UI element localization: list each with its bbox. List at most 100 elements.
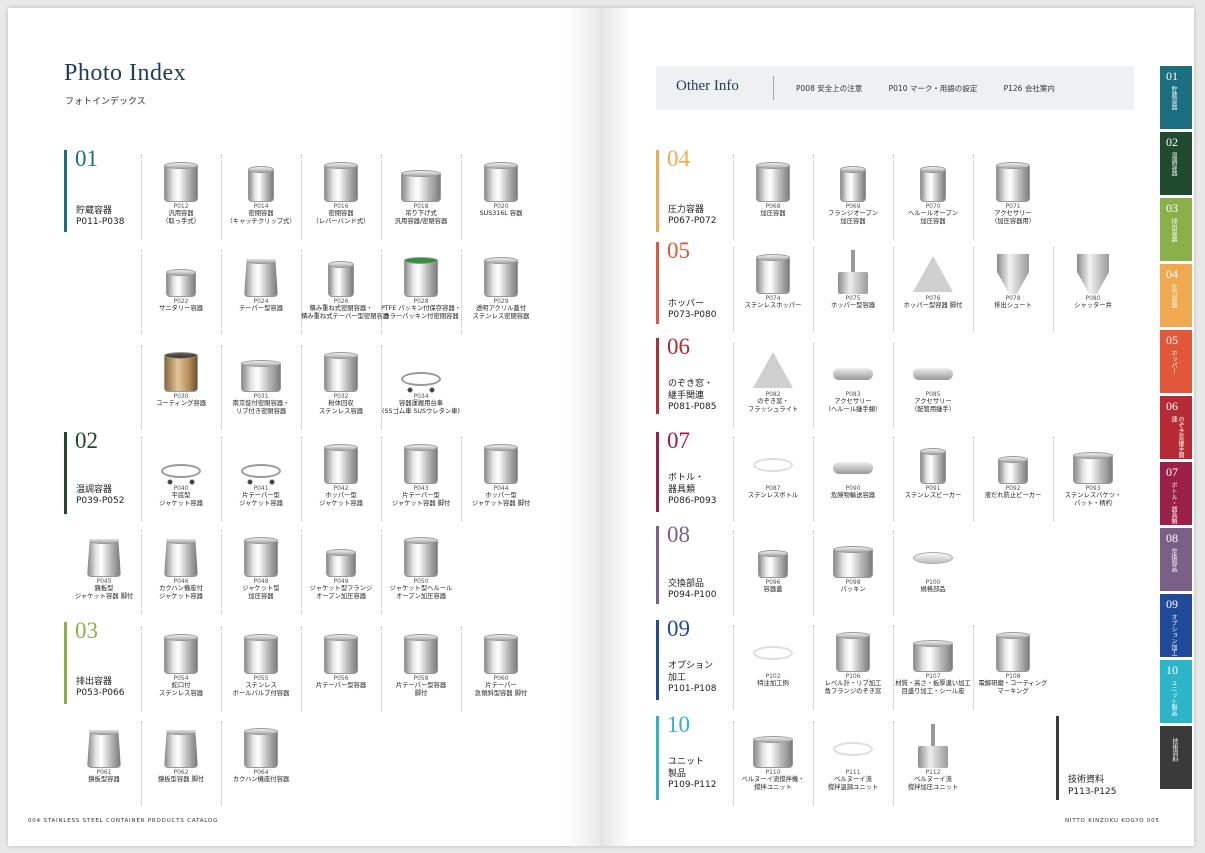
chapter-tab-04[interactable]: 04 圧力容器 <box>1160 264 1192 327</box>
product-thumbnail <box>751 250 795 294</box>
tab-number: 06 <box>1166 399 1178 413</box>
product-item-p030[interactable]: P030 コーティング容器 <box>141 345 221 429</box>
chapter-tab-01[interactable]: 01 貯蔵容器 <box>1160 66 1192 129</box>
product-item-p112[interactable]: P112 ベルヌーイ流 撹拌加圧ユニット <box>893 721 973 805</box>
product-label: フランジオープン 加圧容器 <box>828 210 878 225</box>
section-range: P053-P066 <box>76 688 125 698</box>
product-item-p058[interactable]: P058 片テーパー型容器 脚付 <box>381 627 461 711</box>
product-item-p016[interactable]: P016 密閉容器 （レバーバンド式） <box>301 155 381 239</box>
chapter-tab-09[interactable]: 09 オプション加工 <box>1160 594 1192 657</box>
product-item-p061[interactable]: P061 鏡板型容器 <box>64 724 144 784</box>
product-item-p042[interactable]: P042 ホッパー型 ジャケット容器 <box>301 437 381 521</box>
product-page-code: P074 <box>765 295 781 302</box>
product-thumbnail <box>159 724 203 768</box>
product-item-p068[interactable]: P068 加圧容器 <box>733 155 813 239</box>
product-item-p049[interactable]: P049 ジャケット型フランジ オープン加圧容器 <box>301 530 381 614</box>
product-item-p083[interactable]: P083 アクセサリー （ヘルール継手類） <box>813 343 893 427</box>
product-item-p087[interactable]: P087 ステンレスボトル <box>733 437 813 521</box>
product-item-p022[interactable]: P022 サニタリー容器 <box>141 250 221 334</box>
product-page-code: P046 <box>173 578 189 585</box>
product-item-p069[interactable]: P069 フランジオープン 加圧容器 <box>813 155 893 239</box>
product-thumbnail <box>399 533 443 577</box>
other-info-link-marks[interactable]: P010 マーク・用語の設定 <box>889 84 978 93</box>
container-icon <box>996 632 1030 672</box>
product-thumbnail <box>159 533 203 577</box>
product-page-code: P100 <box>925 579 941 586</box>
product-item-p055[interactable]: P055 ステンレス ボールバルブ付容器 <box>221 627 301 711</box>
product-item-p043[interactable]: P043 片テーパー型 ジャケット容器 脚付 <box>381 437 461 521</box>
chapter-tab-08[interactable]: 08 交換部品 <box>1160 528 1192 591</box>
product-item-p106[interactable]: P106 レベル計・リブ加工 角フランジのぞき窓 <box>813 625 893 709</box>
chapter-tab-06[interactable]: 06 のぞき窓継手関連 <box>1160 396 1192 459</box>
section-number: 09 <box>667 616 690 641</box>
product-item-p076[interactable]: P076 ホッパー型容器 脚付 <box>893 247 973 331</box>
product-item-p012[interactable]: P012 汎用容器 （取っ手式） <box>141 155 221 239</box>
product-label: 規格部品 <box>920 586 946 593</box>
product-item-p107[interactable]: P107 材質・高さ・板厚違い加工 目盛り加工・シール座 <box>893 625 973 709</box>
chapter-tab-02[interactable]: 02 温調容器 <box>1160 132 1192 195</box>
product-item-p080[interactable]: P080 シャッター弁 <box>1053 247 1133 331</box>
product-item-p044[interactable]: P044 ホッパー型 ジャケット容器 脚付 <box>461 437 541 521</box>
product-item-p014[interactable]: P014 密閉容器 （キャッチクリップ式） <box>221 155 301 239</box>
product-item-p102[interactable]: P102 特注加工例 <box>733 625 813 709</box>
product-item-p045[interactable]: P045 鏡板型 ジャケット容器 脚付 <box>64 533 144 601</box>
product-item-p071[interactable]: P071 アクセサリー （加圧容器用） <box>973 155 1053 239</box>
product-label: ステンレスバケツ・ バット・柄杓 <box>1064 492 1122 507</box>
product-item-p060[interactable]: P060 片テーパー 急傾斜型容器 脚付 <box>461 627 541 711</box>
product-label: 液だれ防止ビーカー <box>984 492 1042 499</box>
product-item-p078[interactable]: P078 排出シュート <box>973 247 1053 331</box>
chapter-tab-05[interactable]: 05 ホッパー <box>1160 330 1192 393</box>
section-bar <box>64 150 67 232</box>
product-item-p108[interactable]: P108 電解研磨・コーティング マーキング <box>973 625 1053 709</box>
product-item-p092[interactable]: P092 液だれ防止ビーカー <box>973 437 1053 521</box>
product-item-p054[interactable]: P054 蛇口付 ステンレス容器 <box>141 627 221 711</box>
product-item-p082[interactable]: P082 のぞき窓・ フラッシュライト <box>733 343 813 427</box>
container-icon <box>404 634 438 674</box>
container-icon <box>324 162 358 202</box>
product-item-p028[interactable]: P028 PTFE パッキン付保存容器・ カラーパッキン付密閉容器 <box>381 250 461 334</box>
product-thumbnail <box>479 253 523 297</box>
product-thumbnail <box>159 440 203 485</box>
product-item-p074[interactable]: P074 ステンレスホッパー <box>733 247 813 331</box>
chapter-tab-03[interactable]: 03 排出容器 <box>1160 198 1192 261</box>
product-item-p091[interactable]: P091 ステンレスビーカー <box>893 437 973 521</box>
product-item-p111[interactable]: P111 ベルヌーイ流 撹拌温調ユニット <box>813 721 893 805</box>
product-item-p040[interactable]: P040 平底型 ジャケット容器 <box>141 437 221 521</box>
product-thumbnail <box>239 348 283 392</box>
product-item-p090[interactable]: P090 危険物輸送容器 <box>813 437 893 521</box>
product-item-p031[interactable]: P031 南京錠付密閉容器・ リブ付き密閉容器 <box>221 345 301 429</box>
chapter-tab-07[interactable]: 07 ボトル・器具類 <box>1160 462 1192 525</box>
tab-label: 温調容器 <box>1170 152 1177 176</box>
product-item-p024[interactable]: P024 テーパー型容器 <box>221 250 301 334</box>
product-item-p050[interactable]: P050 ジャケット型ヘルール オープン加圧容器 <box>381 530 461 614</box>
product-item-p062[interactable]: P062 鏡板型容器 脚付 <box>141 721 221 805</box>
product-label: のぞき窓・ フラッシュライト <box>747 398 799 413</box>
other-info-link-company[interactable]: P126 会社案内 <box>1004 84 1055 93</box>
product-item-p026[interactable]: P026 積み重ね式密閉容器・ 積み重ね式テーパー型密閉容器 <box>301 250 389 334</box>
product-item-p064[interactable]: P064 カクハン機座付容器 <box>221 721 301 805</box>
chapter-tab-10[interactable]: 10 ユニット製品 <box>1160 660 1192 723</box>
tab-number: 02 <box>1166 135 1178 149</box>
product-item-p032[interactable]: P032 粉体回収 ステンレス容器 <box>301 345 381 429</box>
product-item-p100[interactable]: P100 規格部品 <box>893 531 973 615</box>
product-item-p029[interactable]: P029 透明アクリル蓋付 ステンレス密閉容器 <box>461 250 541 334</box>
product-item-p110[interactable]: P110 ベルヌーイ流撹拌機・ 撹拌ユニット <box>733 721 813 805</box>
product-label: ヘルールオープン 加圧容器 <box>908 210 958 225</box>
product-item-p098[interactable]: P098 パッキン <box>813 531 893 615</box>
left-footer: 004 STAINLESS STEEL CONTAINER PRODUCTS C… <box>28 818 219 824</box>
product-item-p075[interactable]: P075 ホッパー型容器 <box>813 247 893 331</box>
product-item-p093[interactable]: P093 ステンレスバケツ・ バット・柄杓 <box>1053 437 1133 521</box>
product-item-p096[interactable]: P096 容器蓋 <box>733 531 813 615</box>
product-item-p085[interactable]: P085 アクセサリー （配管用継手） <box>893 343 973 427</box>
product-item-p041[interactable]: P041 片テーパー型 ジャケット容器 <box>221 437 301 521</box>
product-item-p034[interactable]: P034 容器運搬用台車 (SSゴム車 SUSウレタン車) <box>381 345 461 429</box>
tech-docs-range: P113-P125 <box>1068 787 1117 797</box>
product-item-p056[interactable]: P056 片テーパー型容器 <box>301 627 381 711</box>
product-item-p018[interactable]: P018 吊り下げ式 汎用容器/密閉容器 <box>381 155 461 239</box>
chapter-tab-tech[interactable]: 技術資料 <box>1160 726 1192 789</box>
product-item-p046[interactable]: P046 カクハン機座付 ジャケット容器 <box>141 530 221 614</box>
product-item-p020[interactable]: P020 SUS316L 容器 <box>461 155 541 239</box>
product-item-p070[interactable]: P070 ヘルールオープン 加圧容器 <box>893 155 973 239</box>
product-item-p048[interactable]: P048 ジャケット型 加圧容器 <box>221 530 301 614</box>
other-info-link-safety[interactable]: P008 安全上の注意 <box>796 84 862 93</box>
